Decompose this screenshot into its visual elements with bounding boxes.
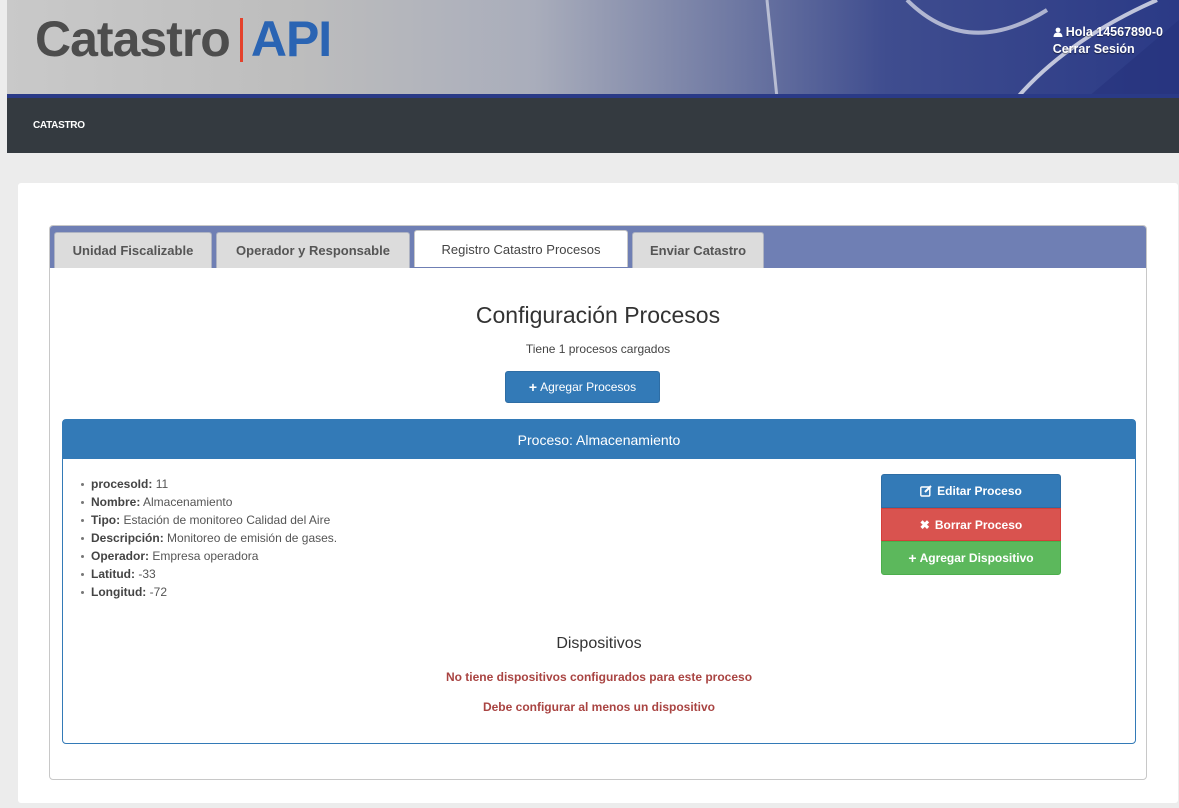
process-count-text: Tiene 1 procesos cargados — [525, 342, 671, 356]
delete-process-button[interactable]: ✖ Borrar Proceso — [881, 508, 1061, 541]
field-label: Tipo: — [91, 513, 121, 527]
logout-link[interactable]: Cerrar Sesión — [1053, 41, 1163, 58]
tab-operador-responsable[interactable]: Operador y Responsable — [216, 232, 410, 268]
add-device-label: Agregar Dispositivo — [919, 551, 1034, 565]
field-label: Operador: — [91, 549, 150, 563]
field-value: -72 — [149, 585, 167, 599]
user-icon — [1053, 27, 1063, 37]
no-devices-warning: No tiene dispositivos configurados para … — [445, 670, 753, 684]
brand-logo[interactable]: Catastro API — [35, 10, 332, 68]
delete-process-label: Borrar Proceso — [934, 517, 1023, 532]
tab-enviar-catastro[interactable]: Enviar Catastro — [632, 232, 764, 268]
device-required-warning: Debe configurar al menos un dispositivo — [482, 700, 716, 714]
tab-unidad-fiscalizable[interactable]: Unidad Fiscalizable — [54, 232, 212, 268]
process-panel: Proceso: Almacenamiento procesoId: 11 No… — [62, 419, 1136, 744]
site-header: Catastro API Hola 14567890-0 Cerrar Sesió… — [7, 0, 1179, 98]
field-label: Nombre: — [91, 495, 141, 509]
process-details-list: procesoId: 11 Nombre: Almacenamiento Tip… — [80, 475, 338, 601]
plus-icon: + — [908, 550, 917, 566]
brand-api: API — [250, 11, 332, 67]
field-label: Longitud: — [91, 585, 147, 599]
tab-bar: Unidad Fiscalizable Operador y Responsab… — [50, 226, 1146, 268]
close-icon: ✖ — [919, 517, 930, 532]
main-navbar: CATASTRO — [7, 98, 1179, 153]
field-value: Almacenamiento — [143, 495, 233, 509]
add-device-button[interactable]: + Agregar Dispositivo — [881, 541, 1061, 575]
main-container: Unidad Fiscalizable Operador y Responsab… — [18, 183, 1178, 803]
add-process-button[interactable]: + Agregar Procesos — [505, 371, 660, 403]
field-value: Estación de monitoreo Calidad del Aire — [123, 513, 331, 527]
process-actions: Editar Proceso ✖ Borrar Proceso + Agregar … — [881, 474, 1061, 575]
config-title: Configuración Procesos — [475, 302, 721, 328]
plus-icon: + — [528, 379, 538, 395]
list-item: Longitud: -72 — [80, 583, 337, 601]
user-greeting: Hola 14567890-0 — [1065, 25, 1163, 39]
tab-registro-catastro-procesos[interactable]: Registro Catastro Procesos — [414, 230, 628, 267]
list-item: procesoId: 11 — [80, 475, 337, 493]
field-value: 11 — [155, 477, 169, 491]
list-item: Descripción: Monitoreo de emisión de gas… — [80, 529, 338, 547]
field-value: Monitoreo de emisión de gases. — [167, 531, 338, 545]
brand-separator — [239, 18, 243, 62]
edit-icon — [920, 485, 932, 497]
field-label: Descripción: — [91, 531, 164, 545]
brand-name: Catastro — [35, 11, 231, 67]
user-box: Hola 14567890-0 Cerrar Sesión — [1053, 24, 1163, 58]
nav-item-catastro[interactable]: CATASTRO — [33, 120, 85, 131]
list-item: Latitud: -33 — [80, 565, 337, 583]
devices-title: Dispositivos — [556, 635, 642, 652]
list-item: Operador: Empresa operadora — [80, 547, 337, 565]
field-value: -33 — [138, 567, 156, 581]
list-item: Tipo: Estación de monitoreo Calidad del … — [80, 511, 337, 529]
add-process-label: Agregar Procesos — [540, 380, 637, 394]
field-value: Empresa operadora — [152, 549, 259, 563]
edit-process-button[interactable]: Editar Proceso — [881, 474, 1061, 508]
list-item: Nombre: Almacenamiento — [80, 493, 337, 511]
tabs-panel: Unidad Fiscalizable Operador y Responsab… — [49, 225, 1147, 780]
field-label: Latitud: — [91, 567, 135, 581]
field-label: procesoId: — [91, 477, 153, 491]
edit-process-label: Editar Proceso — [937, 484, 1022, 498]
process-heading: Proceso: Almacenamiento — [63, 420, 1135, 459]
